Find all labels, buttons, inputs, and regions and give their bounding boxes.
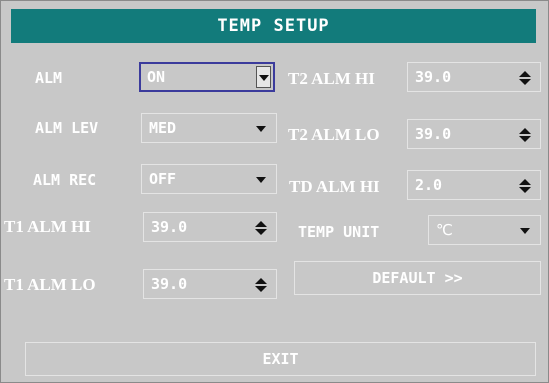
alm-rec-label: ALM REC [33, 171, 97, 189]
alm-lev-label: ALM LEV [35, 119, 99, 137]
dropdown-arrow-icon [256, 177, 266, 183]
alm-rec-dropdown[interactable]: OFF [141, 164, 277, 194]
dropdown-arrow-icon [520, 228, 530, 234]
spinner-arrows-icon[interactable] [519, 179, 531, 193]
t2-alm-hi-value: 39.0 [415, 68, 452, 86]
t2-alm-hi-label: T2 ALM HI [288, 69, 375, 88]
dropdown-arrow-icon [256, 126, 266, 132]
dialog-title: TEMP SETUP [11, 9, 536, 43]
dropdown-arrow-icon [256, 66, 271, 88]
spinner-arrows-icon[interactable] [255, 278, 267, 292]
temp-unit-value: ℃ [436, 221, 453, 239]
default-button[interactable]: DEFAULT >> [294, 261, 541, 295]
t1-alm-hi-spinner[interactable]: 39.0 [143, 212, 277, 242]
alm-dropdown[interactable]: ON [139, 62, 275, 92]
td-alm-hi-spinner[interactable]: 2.0 [407, 170, 541, 200]
td-alm-hi-value: 2.0 [415, 176, 443, 194]
t2-alm-lo-value: 39.0 [415, 125, 452, 143]
t1-alm-lo-spinner[interactable]: 39.0 [143, 269, 277, 299]
spinner-arrows-icon[interactable] [255, 221, 267, 235]
spinner-arrows-icon[interactable] [519, 71, 531, 85]
t1-alm-lo-value: 39.0 [151, 275, 188, 293]
temp-unit-label: TEMP UNIT [298, 223, 380, 241]
exit-button[interactable]: EXIT [25, 342, 536, 376]
t1-alm-hi-label: T1 ALM HI [4, 217, 91, 236]
t2-alm-lo-spinner[interactable]: 39.0 [407, 119, 541, 149]
alm-label: ALM [35, 69, 63, 87]
alm-rec-value: OFF [149, 170, 177, 188]
temp-unit-dropdown[interactable]: ℃ [428, 215, 541, 245]
temp-setup-dialog: TEMP SETUP ALM ON ALM LEV MED ALM REC OF… [0, 0, 549, 383]
td-alm-hi-label: TD ALM HI [289, 177, 380, 196]
t2-alm-hi-spinner[interactable]: 39.0 [407, 62, 541, 92]
t2-alm-lo-label: T2 ALM LO [288, 125, 380, 144]
alm-lev-dropdown[interactable]: MED [141, 113, 277, 143]
spinner-arrows-icon[interactable] [519, 128, 531, 142]
t1-alm-lo-label: T1 ALM LO [4, 275, 96, 294]
t1-alm-hi-value: 39.0 [151, 218, 188, 236]
alm-value: ON [147, 68, 166, 86]
alm-lev-value: MED [149, 119, 177, 137]
